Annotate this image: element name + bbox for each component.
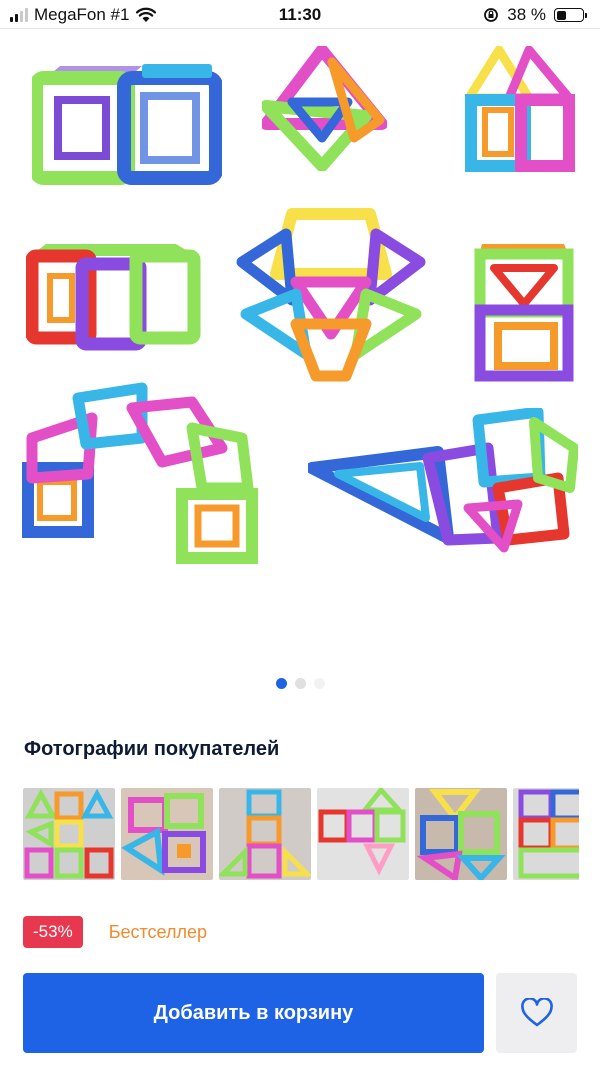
- status-bar-right: 38 %: [483, 5, 587, 25]
- customer-photos-title: Фотографии покупателей: [24, 738, 280, 760]
- orientation-lock-icon: [484, 8, 499, 22]
- customer-photo-2[interactable]: [121, 788, 213, 880]
- customer-photo-6[interactable]: [513, 788, 579, 880]
- gallery-dot-3[interactable]: [313, 678, 325, 689]
- status-bar-left: MegaFon #1: [10, 5, 157, 25]
- customer-photo-4[interactable]: [317, 788, 409, 880]
- bestseller-label: Бестселлер: [108, 921, 207, 942]
- top-divider: [0, 28, 600, 29]
- customer-photo-5[interactable]: [415, 788, 507, 880]
- customer-photo-3[interactable]: [219, 788, 311, 880]
- product-image-snake: [308, 408, 578, 553]
- battery-icon: [554, 8, 587, 22]
- gallery-dot-1[interactable]: [275, 678, 287, 689]
- product-image-two-cubes: [32, 64, 222, 185]
- add-to-cart-button[interactable]: Добавить в корзину: [23, 973, 484, 1053]
- product-image-sphere: [236, 208, 426, 382]
- battery-percent: 38 %: [507, 5, 546, 24]
- battery-level: [556, 10, 566, 20]
- wifi-icon: [136, 7, 157, 22]
- gallery-pagination: [0, 678, 600, 689]
- product-image-house: [465, 46, 575, 172]
- product-image-gallery[interactable]: [22, 38, 578, 578]
- product-image-triangle-prism: [262, 46, 387, 171]
- product-image-hex-ring: [26, 244, 201, 351]
- customer-photos-strip[interactable]: [23, 788, 579, 880]
- product-badges: -53% Бестселлер: [23, 916, 207, 948]
- status-bar: MegaFon #1 11:30 38 %: [0, 0, 600, 30]
- customer-photo-1[interactable]: [23, 788, 115, 880]
- heart-icon: [520, 998, 553, 1027]
- favorite-button[interactable]: [496, 973, 577, 1053]
- gallery-dot-2[interactable]: [294, 678, 306, 689]
- add-to-cart-label: Добавить в корзину: [153, 1001, 354, 1024]
- product-image-arch: [22, 382, 258, 564]
- carrier-name: MegaFon #1: [34, 5, 130, 24]
- product-image-tower: [474, 244, 574, 382]
- discount-badge: -53%: [23, 916, 83, 948]
- signal-icon: [10, 8, 28, 22]
